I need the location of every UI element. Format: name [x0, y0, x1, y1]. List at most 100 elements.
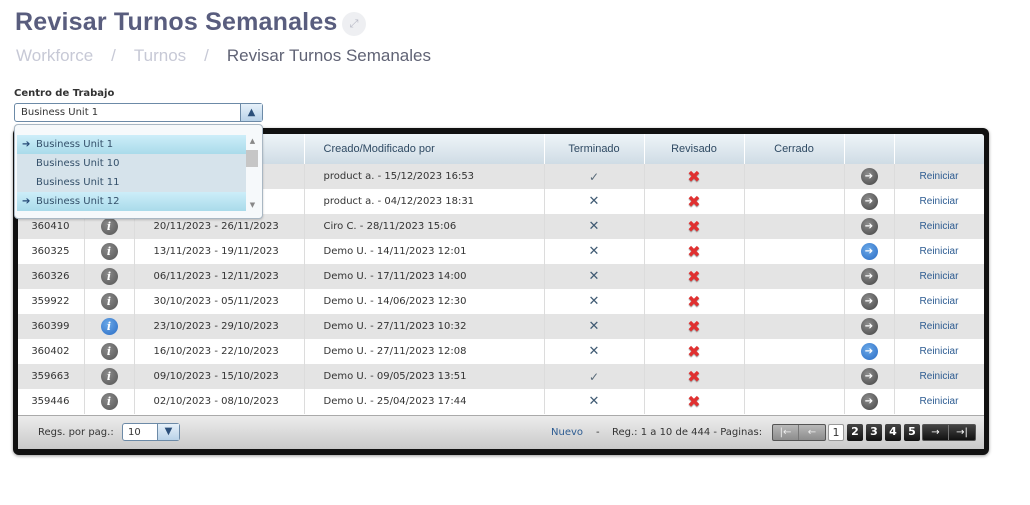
cell-action: Reiniciar: [894, 289, 984, 314]
info-icon[interactable]: i: [100, 393, 118, 410]
new-link[interactable]: Nuevo: [551, 427, 583, 438]
cell-id: 360402: [18, 339, 85, 364]
dropdown-option[interactable]: ➔ Business Unit 1: [17, 135, 246, 154]
go-arrow-icon[interactable]: ➔: [860, 368, 878, 385]
dropdown-option-label: Business Unit 1: [36, 139, 114, 150]
expand-button[interactable]: ⤢: [342, 12, 366, 36]
cell-terminado: ✕: [544, 239, 645, 264]
x-icon: ✕: [588, 194, 600, 209]
last-page-button[interactable]: →|: [949, 425, 975, 440]
column-header-revisado[interactable]: Revisado: [644, 134, 745, 164]
cell-id: 359922: [18, 289, 85, 314]
breadcrumb-turnos[interactable]: Turnos: [134, 46, 186, 66]
go-arrow-icon[interactable]: ➔: [860, 218, 878, 235]
dropdown-option[interactable]: Business Unit 11: [17, 173, 246, 192]
cell-cerrado: [744, 364, 845, 389]
column-header-terminado[interactable]: Terminado: [544, 134, 645, 164]
x-icon: ✕: [588, 319, 600, 334]
go-arrow-icon[interactable]: ➔: [860, 268, 878, 285]
reiniciar-link[interactable]: Reiniciar: [920, 171, 959, 182]
reiniciar-link[interactable]: Reiniciar: [920, 271, 959, 282]
pagination: |← ← 12345 → →|: [772, 424, 976, 441]
red-x-icon: ✖: [687, 192, 701, 211]
reiniciar-link[interactable]: Reiniciar: [920, 296, 959, 307]
cell-revisado: ✖: [644, 164, 745, 189]
page-5-button[interactable]: 5: [904, 424, 920, 441]
work-center-select[interactable]: ▲: [14, 103, 263, 122]
first-page-button[interactable]: |←: [773, 425, 799, 440]
cell-period: 09/10/2023 - 15/10/2023: [134, 364, 305, 389]
go-arrow-icon[interactable]: ➔: [860, 193, 878, 210]
reiniciar-link[interactable]: Reiniciar: [920, 196, 959, 207]
table-row[interactable]: 360402 i 16/10/2023 - 22/10/2023 Demo U. - …: [18, 339, 984, 364]
table-row[interactable]: 360326 i 06/11/2023 - 12/11/2023 Demo U. - …: [18, 264, 984, 289]
column-header-go: [844, 134, 895, 164]
cell-cerrado: [744, 164, 845, 189]
go-arrow-icon[interactable]: ➔: [860, 343, 878, 360]
reiniciar-link[interactable]: Reiniciar: [920, 321, 959, 332]
dropdown-option[interactable]: Business Unit 10: [17, 154, 246, 173]
rows-per-page-value[interactable]: 10: [123, 424, 157, 440]
reiniciar-link[interactable]: Reiniciar: [920, 246, 959, 257]
info-icon[interactable]: i: [100, 268, 118, 285]
table-row[interactable]: 359922 i 30/10/2023 - 05/11/2023 Demo U. - …: [18, 289, 984, 314]
info-icon[interactable]: i: [100, 343, 118, 360]
scroll-up-icon[interactable]: ▲: [246, 135, 259, 147]
go-arrow-icon[interactable]: ➔: [860, 318, 878, 335]
info-icon[interactable]: i: [100, 218, 118, 235]
cell-period: 02/10/2023 - 08/10/2023: [134, 389, 305, 414]
work-center-toggle-button[interactable]: ▲: [240, 104, 262, 121]
reiniciar-link[interactable]: Reiniciar: [920, 221, 959, 232]
go-arrow-icon[interactable]: ➔: [860, 393, 878, 410]
cell-cerrado: [744, 239, 845, 264]
cell-created-by: Demo U. - 14/11/2023 12:01: [304, 239, 545, 264]
reiniciar-link[interactable]: Reiniciar: [920, 396, 959, 407]
reiniciar-link[interactable]: Reiniciar: [920, 371, 959, 382]
cell-created-by: product a. - 04/12/2023 18:31: [304, 189, 545, 214]
go-arrow-icon[interactable]: ➔: [860, 293, 878, 310]
cell-info: i: [84, 339, 135, 364]
page-1-button[interactable]: 1: [828, 424, 844, 441]
pager-back-group: |← ←: [772, 424, 826, 441]
work-center-input[interactable]: [15, 104, 240, 121]
column-header-cerrado[interactable]: Cerrado: [744, 134, 845, 164]
table-row[interactable]: 359446 i 02/10/2023 - 08/10/2023 Demo U. - …: [18, 389, 984, 414]
table-row[interactable]: 360325 i 13/11/2023 - 19/11/2023 Demo U. - …: [18, 239, 984, 264]
grid-footer: Regs. por pag.: 10 ▼ Nuevo - Reg.: 1 a 1…: [18, 415, 984, 449]
table-row[interactable]: 359663 i 09/10/2023 - 15/10/2023 Demo U. - …: [18, 364, 984, 389]
cell-created-by: Ciro C. - 28/11/2023 15:06: [304, 214, 545, 239]
page-4-button[interactable]: 4: [885, 424, 901, 441]
page-3-button[interactable]: 3: [866, 424, 882, 441]
table-row[interactable]: 360399 i 23/10/2023 - 29/10/2023 Demo U. - …: [18, 314, 984, 339]
scroll-thumb[interactable]: [246, 150, 258, 167]
arrow-down-icon[interactable]: ▼: [157, 424, 179, 440]
info-icon[interactable]: i: [100, 318, 118, 335]
cell-revisado: ✖: [644, 239, 745, 264]
info-icon[interactable]: i: [100, 243, 118, 260]
cell-terminado: ✕: [544, 314, 645, 339]
dropdown-option-label: Business Unit 12: [36, 196, 120, 207]
go-arrow-icon[interactable]: ➔: [860, 168, 878, 185]
column-header-created-by[interactable]: Creado/Modificado por: [304, 134, 545, 164]
x-icon: ✕: [588, 269, 600, 284]
cell-revisado: ✖: [644, 189, 745, 214]
reiniciar-link[interactable]: Reiniciar: [920, 346, 959, 357]
info-icon[interactable]: i: [100, 293, 118, 310]
scroll-down-icon[interactable]: ▼: [246, 199, 259, 211]
rows-per-page-select[interactable]: 10 ▼: [122, 423, 180, 441]
cell-action: Reiniciar: [894, 214, 984, 239]
prev-page-button[interactable]: ←: [799, 425, 825, 440]
cell-info: i: [84, 364, 135, 389]
cell-created-by: Demo U. - 14/06/2023 12:30: [304, 289, 545, 314]
next-page-button[interactable]: →: [923, 425, 949, 440]
dropdown-scrollbar[interactable]: ▲ ▼: [246, 135, 259, 211]
breadcrumb-workforce[interactable]: Workforce: [16, 46, 93, 66]
cell-action: Reiniciar: [894, 189, 984, 214]
info-icon[interactable]: i: [100, 368, 118, 385]
go-arrow-icon[interactable]: ➔: [860, 243, 878, 260]
page-2-button[interactable]: 2: [847, 424, 863, 441]
x-icon: ✕: [588, 394, 600, 409]
cell-id: 360325: [18, 239, 85, 264]
dropdown-option[interactable]: ➔ Business Unit 12: [17, 192, 246, 211]
cell-action: Reiniciar: [894, 239, 984, 264]
